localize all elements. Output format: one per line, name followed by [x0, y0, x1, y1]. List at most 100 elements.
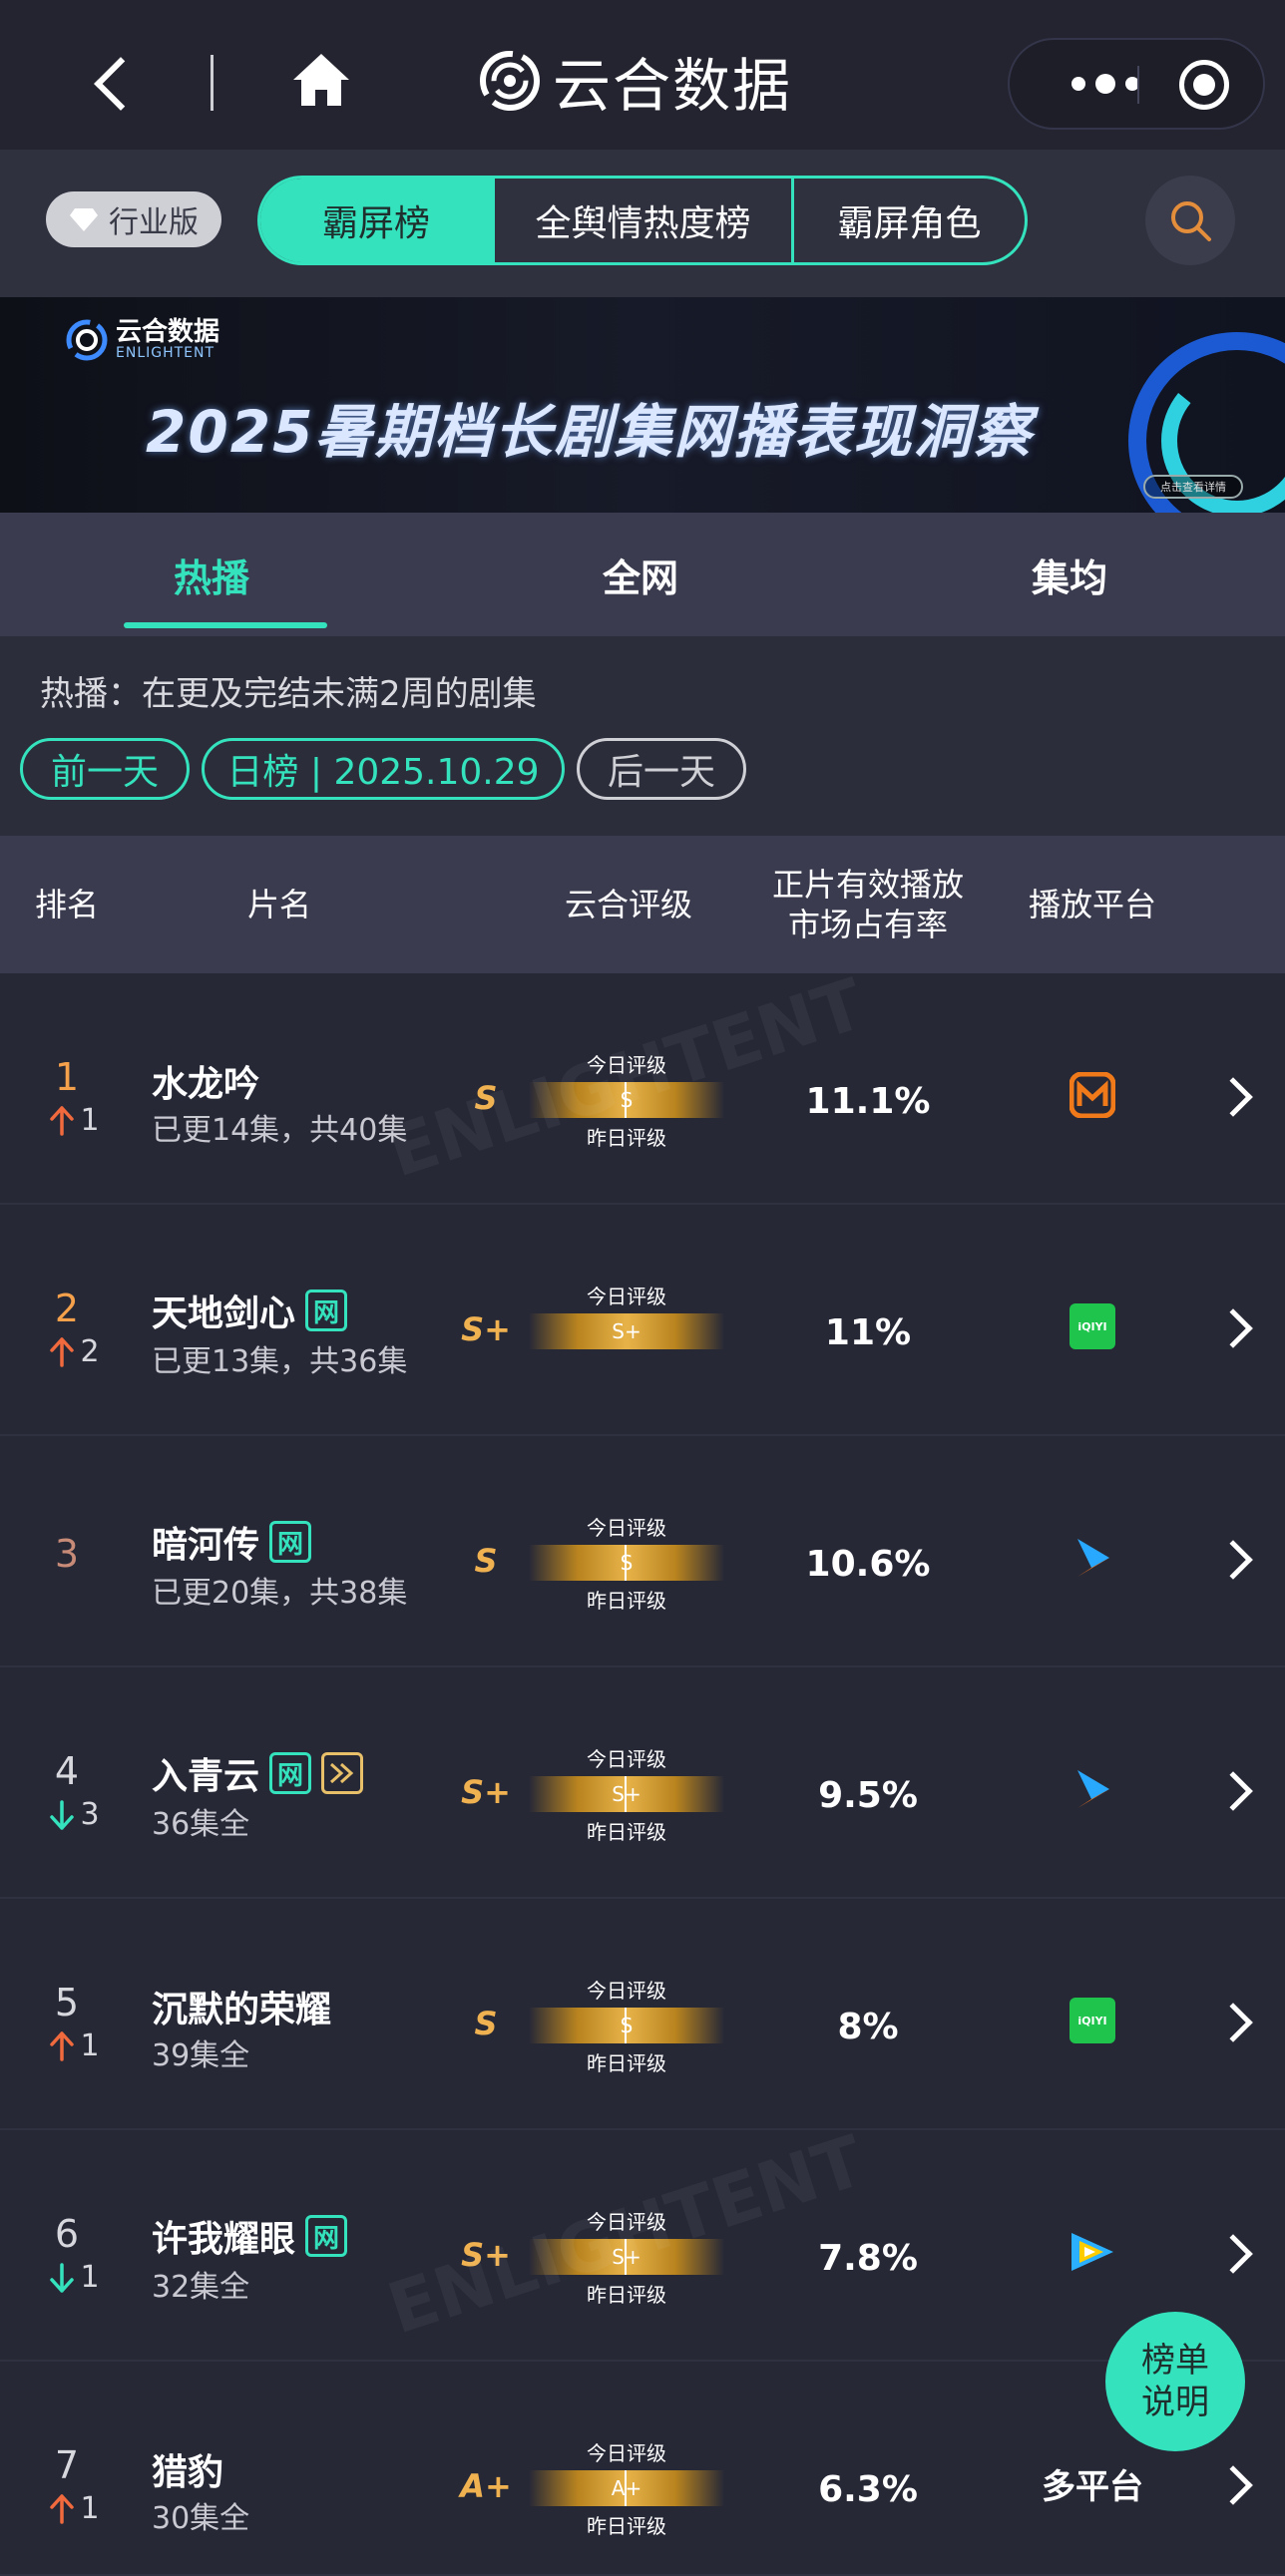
- arrow-up-icon: [50, 2030, 75, 2061]
- table-row[interactable]: 6 1 许我耀眼 网 32集全 S+ 今日评级 S+ 昨日评级 7.8%: [0, 2130, 1285, 2362]
- drama-title: 天地剑心 网: [152, 1285, 348, 1336]
- table-row[interactable]: 7 1 猎豹 30集全 A+ 今日评级 A+ 昨日评级 6.3% 多平台: [0, 2362, 1285, 2576]
- ranking-tab-group: 霸屏榜 全舆情热度榜 霸屏角色: [257, 176, 1028, 265]
- yunhe-logo-icon: [66, 319, 108, 361]
- market-share: 10.6%: [805, 1544, 931, 1585]
- web-drama-badge: 网: [305, 1289, 348, 1331]
- industry-version-button[interactable]: 行业版: [46, 191, 221, 247]
- top-nav: 行业版 霸屏榜 全舆情热度榜 霸屏角色: [0, 150, 1285, 297]
- subtab-per-episode[interactable]: 集均: [920, 513, 1219, 636]
- episode-count: 30集全: [152, 2501, 250, 2536]
- market-share: 11.1%: [805, 1081, 931, 1122]
- web-drama-badge: 网: [269, 1521, 312, 1563]
- table-header: 排名 片名 云合评级 正片有效播放 市场占有率 播放平台: [0, 836, 1285, 973]
- date-selector[interactable]: 日榜 | 2025.10.29: [202, 738, 565, 800]
- grade-label: S+: [461, 1773, 511, 1811]
- rating-gauge: 今日评级 S+: [529, 1281, 724, 1353]
- multi-platform-label: 多平台: [1042, 2466, 1143, 2507]
- iqiyi-icon: iQIYI: [1058, 1991, 1127, 2050]
- home-icon: [293, 54, 349, 106]
- chevron-right-icon[interactable]: [1213, 1308, 1253, 1348]
- rank-change: 1: [40, 2260, 110, 2295]
- chevron-right-icon[interactable]: [1213, 2465, 1253, 2505]
- rating-gauge: 今日评级 S+ 昨日评级: [529, 1743, 724, 1845]
- arrow-down-icon: [50, 1799, 75, 1830]
- web-drama-badge: 网: [269, 1752, 312, 1794]
- rank-change: 3: [40, 1797, 110, 1832]
- next-day-button[interactable]: 后一天: [577, 738, 746, 800]
- banner-cta[interactable]: 点击查看详情: [1143, 475, 1243, 499]
- drama-title: 水龙吟: [152, 1064, 260, 1105]
- tab-roles[interactable]: 霸屏角色: [791, 179, 1025, 262]
- episode-count: 36集全: [152, 1807, 250, 1842]
- info-section: 热播：在更及完结未满2周的剧集 前一天 日榜 | 2025.10.29 后一天: [0, 636, 1285, 836]
- banner-brand: 云合数据 ENLIGHTENT: [66, 319, 219, 361]
- app-title-text: 云合数据: [553, 52, 793, 120]
- app-title: 云合数据: [479, 45, 792, 120]
- home-button[interactable]: [289, 48, 353, 112]
- chevron-right-icon[interactable]: [1213, 1771, 1253, 1811]
- diamond-icon: [70, 208, 98, 231]
- col-rank: 排名: [34, 886, 99, 923]
- drama-title: 许我耀眼 网: [152, 2210, 348, 2262]
- mini-program-capsule: [1008, 38, 1265, 130]
- close-target-icon[interactable]: [1179, 60, 1229, 110]
- table-row[interactable]: 2 2 天地剑心 网 已更13集，共36集 S+ 今日评级 S+ 11% iQI…: [0, 1205, 1285, 1436]
- back-button[interactable]: [80, 45, 140, 117]
- tab-sentiment-heat[interactable]: 全舆情热度榜: [492, 179, 791, 262]
- chevron-right-icon[interactable]: [1213, 2003, 1253, 2042]
- rank-number: 7: [54, 2443, 80, 2487]
- mango-tv-icon: [1058, 1065, 1127, 1125]
- episode-count: 39集全: [152, 2038, 250, 2073]
- youku-icon: [1058, 1759, 1127, 1819]
- rank-number: 2: [54, 1287, 80, 1330]
- fast-forward-icon: [321, 1752, 364, 1794]
- chevron-right-icon[interactable]: [1213, 1540, 1253, 1580]
- grade-label: A+: [460, 2467, 512, 2505]
- rating-gauge: 今日评级 S 昨日评级: [529, 1049, 724, 1151]
- market-share: 6.3%: [818, 2469, 918, 2510]
- more-menu-button[interactable]: [1046, 40, 1165, 128]
- banner-headline: 2025暑期档长剧集网播表现洞察: [146, 398, 1034, 466]
- rank-number: 1: [54, 1055, 80, 1099]
- rank-number: 3: [54, 1532, 80, 1576]
- arrow-up-icon: [50, 2493, 75, 2524]
- chevron-right-icon[interactable]: [1213, 2234, 1253, 2274]
- grade-label: S: [474, 1079, 498, 1117]
- rank-number: 4: [54, 1749, 80, 1793]
- table-row[interactable]: 5 1 沉默的荣耀 39集全 S 今日评级 S 昨日评级 8% iQIYI: [0, 1899, 1285, 2130]
- market-share: 9.5%: [818, 1775, 918, 1816]
- table-row[interactable]: 3 暗河传 网 已更20集，共38集 S 今日评级 S 昨日评级 10.6%: [0, 1436, 1285, 1667]
- promo-banner[interactable]: 云合数据 ENLIGHTENT 2025暑期档长剧集网播表现洞察 点击查看详情: [0, 297, 1285, 513]
- subtab-hot[interactable]: 热播: [62, 513, 361, 636]
- youku-icon: [1058, 1528, 1127, 1588]
- episode-count: 已更13集，共36集: [152, 1344, 408, 1379]
- web-drama-badge: 网: [305, 2215, 348, 2257]
- header-divider: [211, 55, 214, 111]
- tab-bapingbang[interactable]: 霸屏榜: [260, 179, 492, 262]
- search-button[interactable]: [1145, 176, 1235, 265]
- table-row[interactable]: 4 3 入青云 网 36集全 S+ 今日评级 S+ 昨日评级 9.5%: [0, 1667, 1285, 1899]
- market-share: 11%: [824, 1312, 912, 1353]
- arrow-down-icon: [50, 2262, 75, 2293]
- col-platform: 播放平台: [1028, 886, 1156, 923]
- rank-change: 1: [40, 2491, 110, 2526]
- prev-day-button[interactable]: 前一天: [20, 738, 190, 800]
- col-title: 片名: [246, 886, 311, 923]
- market-share: 8%: [837, 2007, 899, 2047]
- rating-gauge: 今日评级 S 昨日评级: [529, 1975, 724, 2076]
- industry-label: 行业版: [109, 205, 199, 240]
- table-row[interactable]: 1 1 水龙吟 已更14集，共40集 S 今日评级 S 昨日评级 11.1%: [0, 973, 1285, 1205]
- rank-change: 1: [40, 2028, 110, 2063]
- rating-gauge: 今日评级 S+ 昨日评级: [529, 2206, 724, 2308]
- chevron-right-icon[interactable]: [1213, 1077, 1253, 1117]
- iqiyi-icon: iQIYI: [1058, 1296, 1127, 1356]
- active-tab-underline: [124, 622, 327, 628]
- drama-title: 猎豹: [152, 2452, 224, 2493]
- rank-number: 6: [54, 2212, 80, 2256]
- rank-change: 2: [40, 1334, 110, 1369]
- subtab-all-network[interactable]: 全网: [491, 513, 790, 636]
- ranking-explanation-button[interactable]: 榜单 说明: [1105, 2312, 1245, 2451]
- arrow-up-icon: [50, 1105, 75, 1136]
- rating-gauge: 今日评级 S 昨日评级: [529, 1512, 724, 1614]
